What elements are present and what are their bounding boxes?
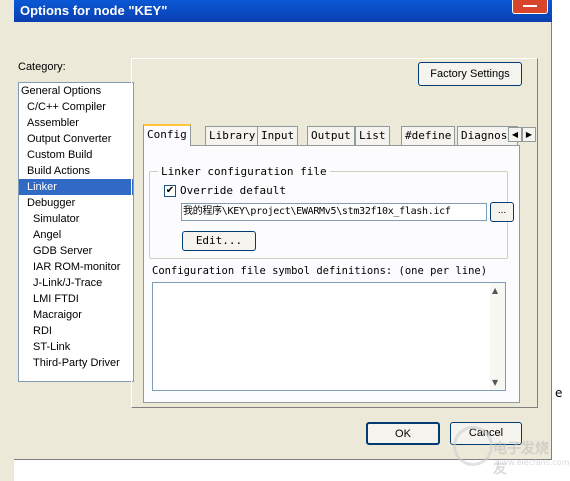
tab-input[interactable]: Input bbox=[257, 126, 299, 145]
edit-button[interactable]: Edit... bbox=[182, 231, 256, 251]
category-item-gdb-server[interactable]: GDB Server bbox=[19, 243, 133, 259]
vertical-scrollbar[interactable]: ▲ ▼ bbox=[490, 283, 505, 390]
tab-output[interactable]: Output bbox=[307, 126, 355, 145]
symbol-definitions-textarea[interactable]: ▲ ▼ bbox=[152, 282, 506, 391]
background-text: e bbox=[555, 386, 563, 400]
category-item-build-actions[interactable]: Build Actions bbox=[19, 163, 133, 179]
close-button[interactable] bbox=[512, 0, 548, 14]
category-item-rdi[interactable]: RDI bbox=[19, 323, 133, 339]
watermark: 电子发烧友 www.elecfans.com bbox=[453, 420, 570, 477]
category-item-assembler[interactable]: Assembler bbox=[19, 115, 133, 131]
category-item-iar-rom-monitor[interactable]: IAR ROM-monitor bbox=[19, 259, 133, 275]
category-item-j-link-j-trace[interactable]: J-Link/J-Trace bbox=[19, 275, 133, 291]
override-default-label[interactable]: Override default bbox=[180, 184, 286, 197]
ok-button[interactable]: OK bbox=[366, 422, 440, 445]
group-title: Linker configuration file bbox=[158, 165, 330, 178]
tab-define[interactable]: #define bbox=[401, 126, 456, 145]
category-item-output-converter[interactable]: Output Converter bbox=[19, 131, 133, 147]
tab-config[interactable]: Config bbox=[143, 124, 191, 146]
tab-list[interactable]: List bbox=[355, 126, 390, 145]
factory-settings-button[interactable]: Factory Settings bbox=[418, 62, 522, 86]
tab-scroll-right-icon[interactable]: ▶ bbox=[522, 127, 536, 142]
scroll-down-icon[interactable]: ▼ bbox=[492, 378, 498, 387]
category-item-custom-build[interactable]: Custom Build bbox=[19, 147, 133, 163]
category-item-angel[interactable]: Angel bbox=[19, 227, 133, 243]
background-right: e bbox=[552, 22, 570, 481]
category-item-lmi-ftdi[interactable]: LMI FTDI bbox=[19, 291, 133, 307]
title-bar[interactable]: Options for node "KEY" bbox=[14, 0, 552, 22]
category-item-debugger[interactable]: Debugger bbox=[19, 195, 133, 211]
window-title: Options for node "KEY" bbox=[20, 3, 168, 18]
browse-button[interactable]: ... bbox=[490, 202, 514, 222]
override-default-checkbox[interactable]: ✔ bbox=[164, 185, 176, 197]
scroll-up-icon[interactable]: ▲ bbox=[492, 286, 498, 295]
tab-scroll-left-icon[interactable]: ◀ bbox=[508, 127, 522, 142]
category-item-macraigor[interactable]: Macraigor bbox=[19, 307, 133, 323]
background-left bbox=[0, 0, 14, 481]
category-label: Category: bbox=[18, 61, 66, 73]
category-item-c-c-compiler[interactable]: C/C++ Compiler bbox=[19, 99, 133, 115]
category-item-simulator[interactable]: Simulator bbox=[19, 211, 133, 227]
watermark-logo-icon bbox=[453, 426, 493, 466]
config-file-path-input[interactable]: 我的程序\KEY\project\EWARMv5\stm32f10x_flash… bbox=[181, 203, 487, 221]
watermark-url: www.elecfans.com bbox=[495, 458, 570, 467]
category-item-linker[interactable]: Linker bbox=[19, 179, 133, 195]
category-item-general-options[interactable]: General Options bbox=[19, 83, 133, 99]
category-item-third-party-driver[interactable]: Third-Party Driver bbox=[19, 355, 133, 371]
tab-library[interactable]: Library bbox=[205, 126, 260, 145]
category-list[interactable]: General Options C/C++ Compiler Assembler Ou… bbox=[18, 82, 134, 382]
symbol-definitions-label: Configuration file symbol definitions: (… bbox=[152, 265, 488, 277]
category-item-st-link[interactable]: ST-Link bbox=[19, 339, 133, 355]
